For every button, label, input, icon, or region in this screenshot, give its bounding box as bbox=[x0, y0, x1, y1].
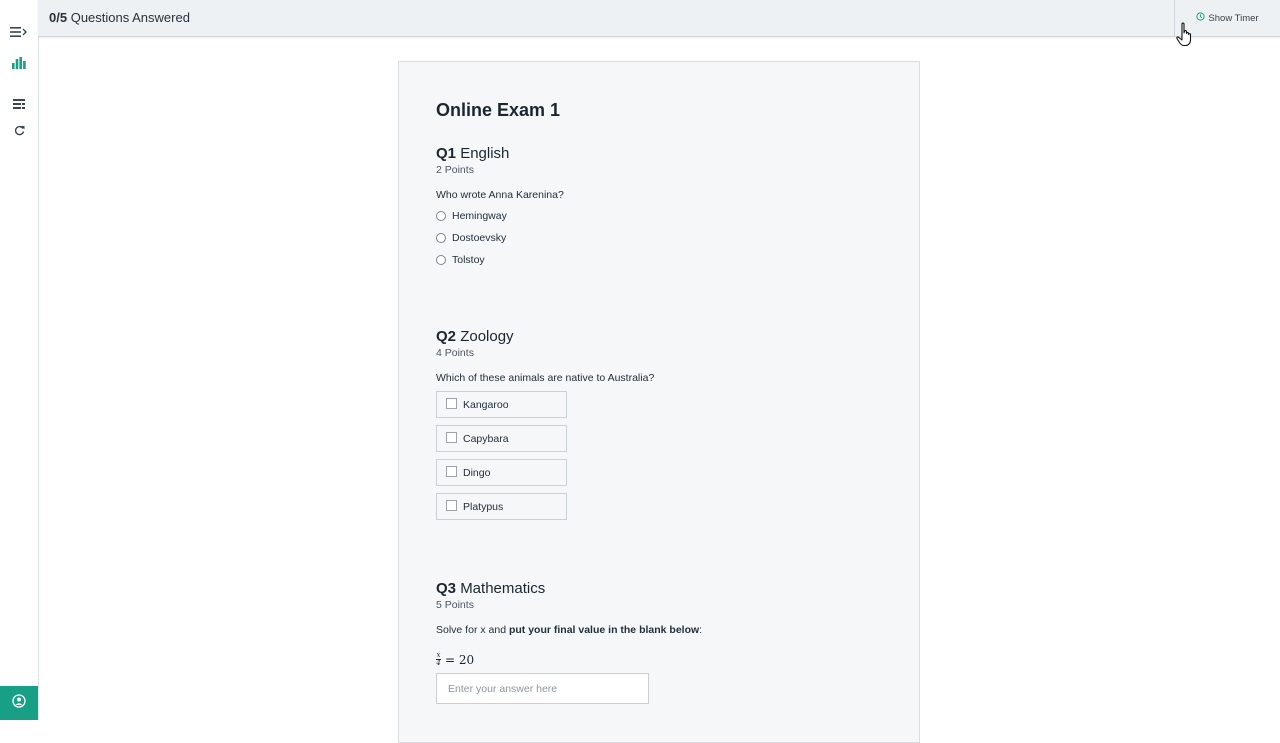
checkbox-option-kangaroo[interactable]: Kangaroo bbox=[436, 391, 567, 418]
checkbox[interactable] bbox=[446, 466, 457, 477]
option-label: Tolstoy bbox=[452, 254, 485, 266]
question-points: 2 Points bbox=[436, 164, 474, 176]
answer-input[interactable] bbox=[436, 673, 649, 704]
question-subject: English bbox=[460, 145, 510, 162]
question-text-end: : bbox=[699, 624, 703, 636]
radio-button[interactable] bbox=[436, 255, 446, 265]
radio-option-dostoevsky[interactable]: Dostoevsky bbox=[436, 227, 882, 249]
question-text-plain: Solve for x and bbox=[436, 624, 507, 636]
user-profile-button[interactable] bbox=[0, 686, 38, 720]
clock-icon bbox=[1196, 12, 1206, 24]
question-text: Solve for x and put your final value in … bbox=[436, 624, 882, 636]
exam-title: Online Exam 1 bbox=[436, 100, 561, 120]
list-icon[interactable] bbox=[0, 96, 38, 112]
question-subject: Zoology bbox=[460, 328, 514, 345]
radio-option-hemingway[interactable]: Hemingway bbox=[436, 205, 882, 227]
answered-count: 0/5 bbox=[49, 10, 68, 25]
radio-button[interactable] bbox=[436, 211, 446, 221]
answered-label: Questions Answered bbox=[70, 10, 190, 25]
user-icon bbox=[12, 693, 26, 713]
question-header: Q1 English bbox=[436, 145, 882, 163]
question-2: Q2 Zoology 4 Points Which of these anima… bbox=[436, 328, 882, 527]
checkbox[interactable] bbox=[446, 432, 457, 443]
checkbox-group: Kangaroo Capybara Dingo Platypus bbox=[436, 391, 882, 520]
menu-toggle-icon[interactable] bbox=[0, 24, 38, 40]
left-sidebar bbox=[0, 0, 39, 720]
option-label: Platypus bbox=[463, 500, 504, 513]
question-number: Q3 bbox=[436, 580, 457, 597]
option-label: Dingo bbox=[463, 466, 491, 479]
top-bar: 0/5 Questions Answered Show Timer bbox=[38, 0, 1280, 37]
question-text: Who wrote Anna Karenina? bbox=[436, 189, 564, 201]
question-points: 5 Points bbox=[436, 599, 474, 611]
question-1: Q1 English 2 Points Who wrote Anna Karen… bbox=[436, 145, 882, 271]
numerator: x bbox=[436, 651, 441, 659]
radio-button[interactable] bbox=[436, 233, 446, 243]
question-header: Q2 Zoology bbox=[436, 328, 882, 346]
option-label: Capybara bbox=[463, 432, 509, 445]
denominator: 4 bbox=[436, 659, 441, 667]
question-text-bold: put your final value in the blank below bbox=[508, 624, 700, 636]
radio-group: Hemingway Dostoevsky Tolstoy bbox=[436, 205, 882, 271]
checkbox[interactable] bbox=[446, 500, 457, 511]
refresh-icon[interactable] bbox=[0, 122, 38, 138]
question-number: Q1 bbox=[436, 145, 457, 162]
option-label: Kangaroo bbox=[463, 398, 509, 411]
question-3: Q3 Mathematics 5 Points Solve for x and … bbox=[436, 580, 882, 704]
exam-card: Online Exam 1 Q1 English 2 Points Who wr… bbox=[398, 61, 920, 743]
question-header: Q3 Mathematics bbox=[436, 580, 882, 598]
radio-option-tolstoy[interactable]: Tolstoy bbox=[436, 249, 882, 271]
checkbox-option-dingo[interactable]: Dingo bbox=[436, 459, 567, 486]
bar-chart-icon[interactable] bbox=[0, 55, 38, 71]
option-label: Dostoevsky bbox=[452, 232, 507, 244]
hand-cursor-icon bbox=[1176, 22, 1196, 53]
question-number: Q2 bbox=[436, 328, 457, 345]
question-text: Which of these animals are native to Aus… bbox=[436, 372, 655, 384]
option-label: Hemingway bbox=[452, 210, 507, 222]
question-subject: Mathematics bbox=[460, 580, 546, 597]
checkbox[interactable] bbox=[446, 398, 457, 409]
checkbox-option-platypus[interactable]: Platypus bbox=[436, 493, 567, 520]
questions-answered-status: 0/5 Questions Answered bbox=[49, 10, 190, 25]
show-timer-label: Show Timer bbox=[1208, 12, 1259, 24]
checkbox-option-capybara[interactable]: Capybara bbox=[436, 425, 567, 452]
equation-rhs: = 20 bbox=[445, 652, 475, 667]
fraction: x 4 bbox=[436, 652, 441, 667]
question-points: 4 Points bbox=[436, 347, 474, 359]
math-equation: x 4 = 20 bbox=[436, 652, 882, 667]
